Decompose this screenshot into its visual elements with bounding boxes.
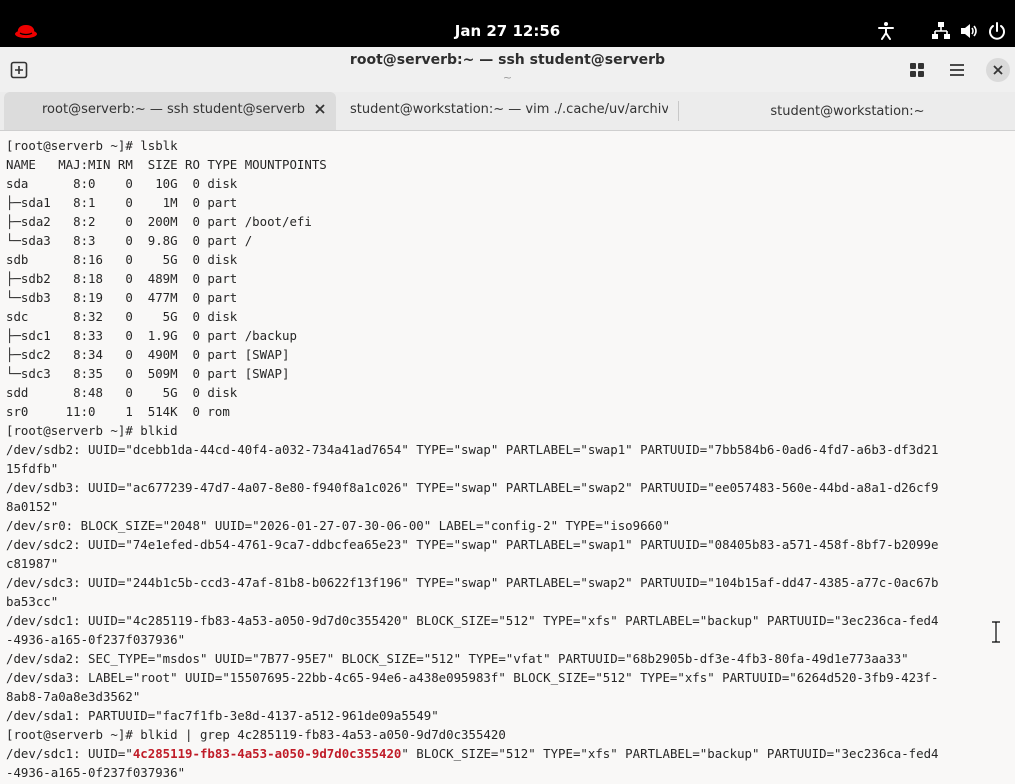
grep-match-highlight: 4c285119-fb83-4a53-a050-9d7d0c355420 <box>132 746 402 761</box>
close-window-button[interactable] <box>986 58 1010 82</box>
accessibility-icon[interactable] <box>877 21 895 41</box>
tab-bar: root@serverb:~ — ssh student@serverb stu… <box>0 92 1015 131</box>
text-cursor-icon <box>990 620 1002 644</box>
terminal-output: [root@serverb ~]# lsblk NAME MAJ:MIN RM … <box>0 131 1015 782</box>
top-bar: Jan 27 12:56 <box>0 0 1015 47</box>
redhat-logo-icon[interactable] <box>14 21 38 41</box>
terminal-text: [root@serverb ~]# lsblk NAME MAJ:MIN RM … <box>6 138 939 761</box>
tab-close-icon[interactable] <box>314 103 326 119</box>
window-subtitle: ~ <box>502 71 513 84</box>
network-icon[interactable] <box>931 21 951 41</box>
tab-separator <box>678 101 679 121</box>
window-title: root@serverb:~ — ssh student@serverb <box>349 52 666 68</box>
window-header-bar: root@serverb:~ — ssh student@serverb ~ <box>0 47 1015 93</box>
tab-overview-icon[interactable] <box>907 61 927 79</box>
tab-workstation[interactable]: student@workstation:~ <box>680 92 1015 130</box>
close-icon <box>993 65 1003 75</box>
tab-label: student@workstation:~ — vim ./.cache/uv/… <box>350 102 668 117</box>
power-icon[interactable] <box>988 21 1006 41</box>
tab-label: root@serverb:~ — ssh student@serverb <box>42 102 306 117</box>
tab-serverb[interactable]: root@serverb:~ — ssh student@serverb <box>4 92 336 130</box>
clock[interactable]: Jan 27 12:56 <box>0 0 1015 47</box>
terminal-view[interactable]: [root@serverb ~]# lsblk NAME MAJ:MIN RM … <box>0 131 1015 784</box>
tab-workstation-vim[interactable]: student@workstation:~ — vim ./.cache/uv/… <box>340 92 672 130</box>
hamburger-menu-icon[interactable] <box>947 61 967 79</box>
volume-icon[interactable] <box>959 21 979 41</box>
tab-label: student@workstation:~ <box>770 103 925 119</box>
